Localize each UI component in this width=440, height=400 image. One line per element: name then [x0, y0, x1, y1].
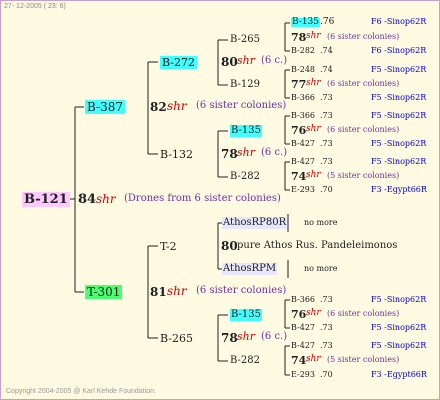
fff-num: 78	[291, 31, 307, 44]
father-num: 82	[150, 100, 167, 114]
leaf-line: F3 -Egypt66R	[371, 185, 427, 194]
leaf-line: F3 -Egypt66R	[371, 370, 427, 379]
ffm-num: 77	[291, 78, 307, 91]
leaf-line: F5 -Sinop62R	[371, 93, 427, 102]
mother-note: (6 sister colonies)	[196, 285, 287, 296]
fmf-note: (6 sister colonies)	[327, 125, 400, 134]
leaf-line: F5 -Sinop62R	[371, 111, 427, 120]
fmf-shr: shr	[306, 124, 321, 134]
leaf-val: .76	[320, 17, 335, 27]
leaf-id[interactable]: B-427	[291, 140, 315, 148]
father-shr: shr	[167, 99, 187, 113]
fm-shr: shr	[237, 146, 255, 159]
mff-note: no more	[304, 218, 338, 227]
fff-id[interactable]: B-265	[230, 35, 260, 45]
leaf-line: F6 -Sinop62R	[371, 17, 427, 26]
leaf-line: F5 -Sinop62R	[371, 295, 427, 304]
mmm-id[interactable]: B-282	[230, 356, 260, 366]
leaf-val: .73	[320, 139, 333, 148]
mm-note: (6 c.)	[261, 331, 288, 342]
leaf-id[interactable]: B-366	[291, 112, 315, 120]
mmf-id[interactable]: B-135	[230, 309, 262, 321]
leaf-line: F5 -Sinop62R	[371, 157, 427, 166]
leaf-id[interactable]: B-366	[291, 296, 315, 304]
ffm-note: (6 sister colonies)	[327, 79, 400, 88]
fm-note: (6 c.)	[261, 147, 288, 158]
leaf-val: .73	[320, 157, 333, 166]
leaf-line: F5 -Sinop62R	[371, 65, 427, 74]
father-note: (6 sister colonies)	[196, 100, 287, 111]
mmm-shr: shr	[306, 354, 321, 364]
leaf-val: .74	[320, 46, 333, 55]
leaf-id[interactable]: E-293	[291, 371, 315, 379]
fmf-id[interactable]: B-135	[230, 125, 262, 137]
leaf-id[interactable]: B-248	[291, 66, 315, 74]
ffm-id[interactable]: B-129	[230, 80, 260, 90]
ff-num: 80	[221, 55, 238, 69]
leaf-id[interactable]: B-427	[291, 158, 315, 166]
fm-num: 78	[221, 147, 238, 161]
mfm-note: no more	[304, 264, 338, 273]
mother-shr: shr	[167, 284, 187, 298]
leaf-line: F5 -Sinop62R	[371, 139, 427, 148]
ff-id[interactable]: B-272	[160, 56, 197, 69]
leaf-val: .73	[320, 341, 333, 350]
ff-note: (6 c.)	[261, 55, 288, 66]
mmf-num: 76	[291, 308, 307, 321]
leaf-line: F5 -Sinop62R	[371, 341, 427, 350]
mother-id[interactable]: T-301	[85, 285, 123, 299]
leaf-val: .73	[320, 111, 333, 120]
fmm-num: 74	[291, 170, 307, 183]
root-shr: shr	[96, 192, 116, 206]
mmf-shr: shr	[306, 308, 321, 318]
father-id[interactable]: B-387	[85, 100, 125, 114]
root-num: 84	[78, 192, 97, 207]
mff-id[interactable]: AthosRP80R	[222, 217, 288, 229]
leaf-id[interactable]: B-427	[291, 342, 315, 350]
mmm-note: (5 sister colonies)	[327, 355, 400, 364]
leaf-id[interactable]: E-293	[291, 186, 315, 194]
leaf-val: .73	[320, 323, 333, 332]
leaf-val: .70	[320, 185, 333, 194]
leaf-id[interactable]: B-427	[291, 324, 315, 332]
leaf-id[interactable]: B-282	[291, 47, 315, 55]
leaf-val: .74	[320, 65, 333, 74]
fmm-id[interactable]: B-282	[230, 172, 260, 182]
ffm-shr: shr	[306, 78, 321, 88]
leaf-line: F6 -Sinop62R	[371, 46, 427, 55]
mm-id[interactable]: B-265	[160, 333, 193, 344]
root-id[interactable]: B-121	[22, 192, 70, 207]
fm-id[interactable]: B-132	[160, 149, 193, 160]
leaf-val: .73	[320, 93, 333, 102]
fmm-note: (5 sister colonies)	[327, 171, 400, 180]
root-note: (Drones from 6 sister colonies)	[124, 193, 281, 204]
fff-note: (6 sister colonies)	[327, 32, 400, 41]
mf-id[interactable]: T-2	[160, 241, 177, 252]
fmf-num: 76	[291, 124, 307, 137]
leaf-id[interactable]: B-135	[291, 18, 320, 27]
leaf-val: .73	[320, 295, 333, 304]
mother-num: 81	[150, 285, 167, 299]
ff-shr: shr	[237, 54, 255, 67]
mf-num: 80	[221, 239, 238, 253]
mmf-note: (6 sister colonies)	[327, 309, 400, 318]
mm-num: 78	[221, 331, 238, 345]
copyright-text: Copyright 2004-2005 @ Karl Kehde Foundat…	[6, 388, 156, 395]
mfm-id[interactable]: AthosRPM	[222, 263, 278, 275]
mf-text: pure Athos Rus. Pandeleimonos	[237, 240, 398, 251]
mm-shr: shr	[237, 330, 255, 343]
leaf-val: .70	[320, 370, 333, 379]
mmm-num: 74	[291, 354, 307, 367]
leaf-id[interactable]: B-366	[291, 94, 315, 102]
fff-shr: shr	[306, 31, 321, 41]
fmm-shr: shr	[306, 170, 321, 180]
leaf-line: F5 -Sinop62R	[371, 323, 427, 332]
